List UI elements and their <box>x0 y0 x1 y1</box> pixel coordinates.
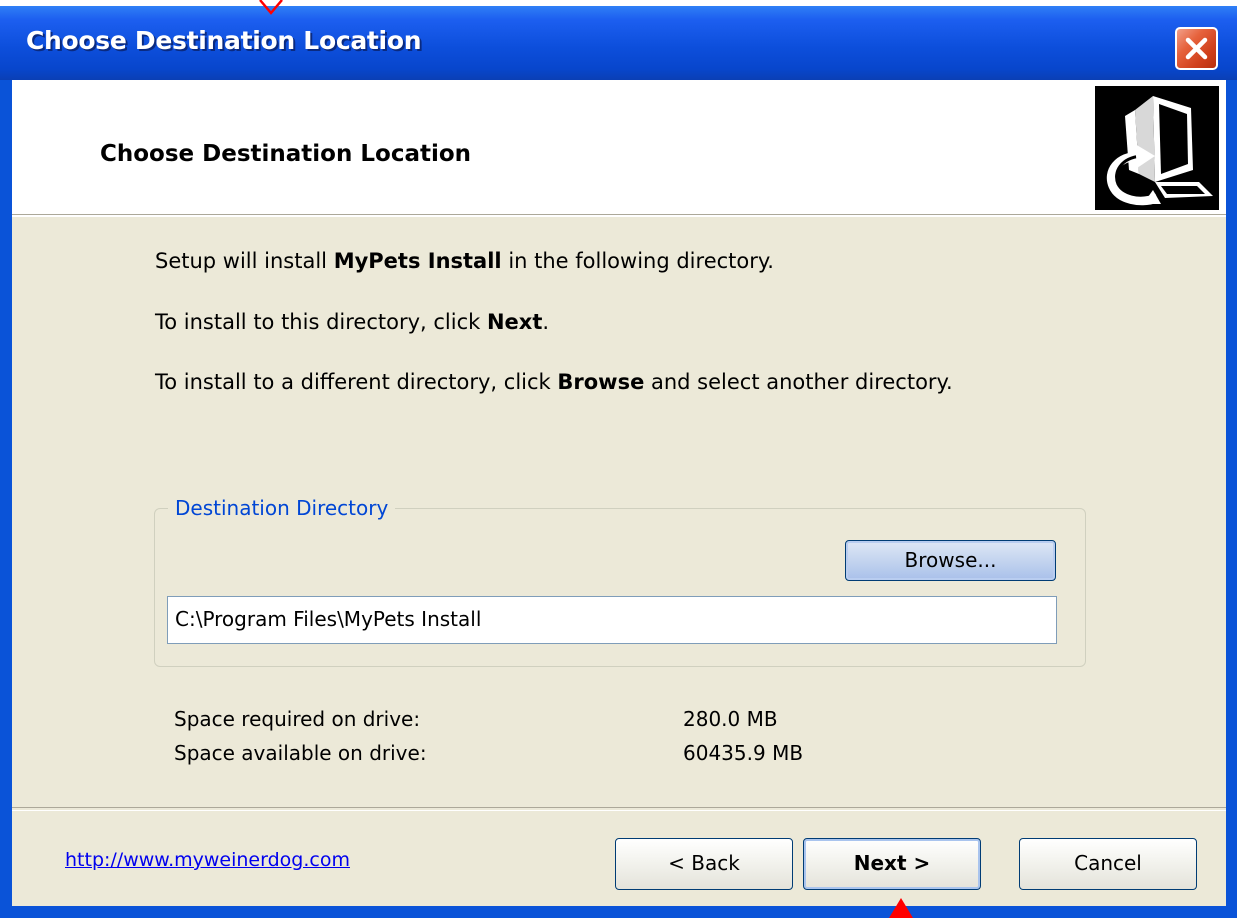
destination-path-field[interactable]: C:\Program Files\MyPets Install <box>167 596 1057 644</box>
space-required-value: 280.0 MB <box>683 707 778 731</box>
close-icon <box>1185 37 1208 60</box>
title-bar[interactable]: Choose Destination Location <box>0 0 1237 80</box>
window-title: Choose Destination Location <box>26 26 422 55</box>
installer-window: Choose Destination Location Choose Desti… <box>0 0 1237 918</box>
website-link[interactable]: http://www.myweinerdog.com <box>65 849 350 871</box>
back-button[interactable]: < Back <box>615 838 793 890</box>
space-required-label: Space required on drive: <box>174 707 421 731</box>
browse-instruction: To install to a different directory, cli… <box>155 370 953 394</box>
space-available-value: 60435.9 MB <box>683 741 804 765</box>
message-text: To install to this directory, click <box>155 310 487 334</box>
message-text: and select another directory. <box>644 370 953 394</box>
space-available-label: Space available on drive: <box>174 741 427 765</box>
header-panel: Choose Destination Location <box>12 80 1226 215</box>
bottom-pointer-marker-icon <box>889 898 913 918</box>
next-keyword: Next <box>486 310 543 334</box>
computer-install-icon <box>1095 86 1219 210</box>
next-button[interactable]: Next > <box>803 838 981 890</box>
footer-divider <box>12 807 1226 811</box>
top-pointer-marker-icon <box>259 0 283 15</box>
page-title: Choose Destination Location <box>100 141 472 167</box>
header-divider <box>12 215 1226 217</box>
browse-button[interactable]: Browse... <box>845 540 1056 581</box>
dialog-body: Choose Destination Location Setup will i… <box>12 80 1226 906</box>
message-text: in the following directory. <box>501 249 774 273</box>
cancel-button[interactable]: Cancel <box>1019 838 1197 890</box>
next-instruction: To install to this directory, click Next… <box>155 310 549 334</box>
install-message: Setup will install MyPets Install in the… <box>155 249 774 273</box>
message-text: Setup will install <box>155 249 334 273</box>
destination-group-label: Destination Directory <box>168 496 396 520</box>
message-text: . <box>542 310 550 334</box>
close-button[interactable] <box>1175 27 1218 70</box>
message-text: To install to a different directory, cli… <box>155 370 558 394</box>
browse-keyword: Browse <box>557 370 645 394</box>
product-name: MyPets Install <box>333 249 502 273</box>
